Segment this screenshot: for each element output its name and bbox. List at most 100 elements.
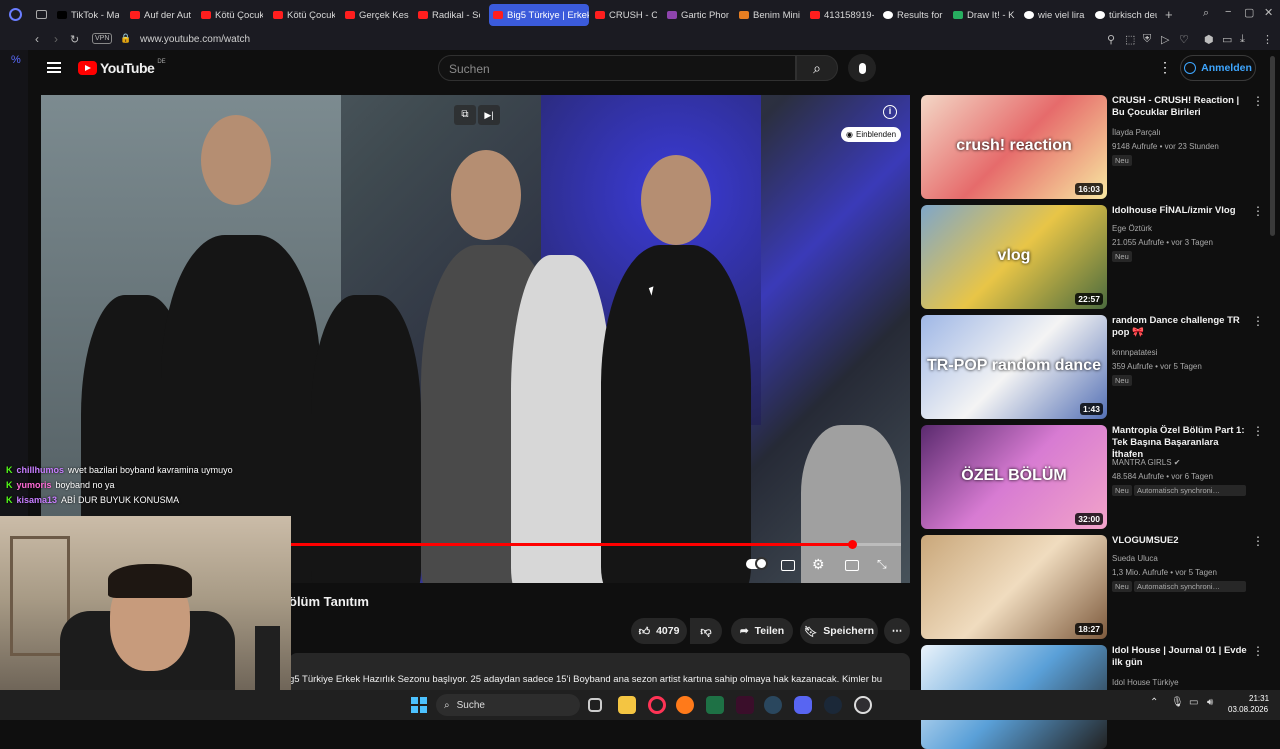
browser-tab[interactable]: Auf der Aut (130, 4, 194, 26)
wallet-icon[interactable]: ▭ (1222, 33, 1232, 46)
recommendation-item[interactable]: ÖZEL BÖLÜM 32:00 Mantropia Özel Bölüm Part… (921, 425, 1264, 529)
forward-icon[interactable]: › (54, 32, 58, 46)
extensions-icon[interactable]: ⬢ (1204, 33, 1214, 46)
steam-second-icon[interactable] (824, 696, 842, 714)
browser-menu-icon[interactable] (9, 8, 22, 21)
start-button[interactable] (411, 697, 427, 713)
tray-volume-icon[interactable]: 🔊︎ (1207, 697, 1213, 708)
recommendation-title[interactable]: CRUSH - CRUSH! Reaction | Bu Çocuklar Bi… (1112, 95, 1248, 119)
video-progress-bar[interactable] (291, 543, 901, 546)
browser-tab[interactable]: Gerçek Kes (345, 4, 409, 26)
taskbar-search[interactable]: ⌕ Suche (436, 694, 580, 716)
signin-button[interactable]: Anmelden (1180, 55, 1256, 81)
einblenden-button[interactable]: ◉ Einblenden (841, 127, 902, 142)
minimize-icon[interactable]: − (1225, 6, 1231, 18)
task-view-icon[interactable] (588, 698, 602, 712)
reload-icon[interactable]: ↻ (70, 33, 79, 46)
recommendation-title[interactable]: Idol House | Journal 01 | Evde ilk gün (1112, 645, 1248, 669)
search-input[interactable]: Suchen (438, 55, 796, 81)
video-thumbnail[interactable]: crush! reaction 16:03 (921, 95, 1107, 199)
video-thumbnail[interactable]: ÖZEL BÖLÜM 32:00 (921, 425, 1107, 529)
url-text[interactable]: www.youtube.com/watch (140, 34, 250, 45)
browser-tab[interactable]: CRUSH - CR (595, 4, 657, 26)
share-button[interactable]: ➦ Teilen (731, 618, 793, 644)
play-icon[interactable]: ▷ (1161, 33, 1169, 46)
like-button[interactable]: 👍︎ 4079 (631, 618, 687, 644)
theater-mode-icon[interactable] (845, 560, 859, 571)
fullscreen-icon[interactable]: ⤡ (877, 557, 887, 572)
browser-tab[interactable]: wie viel lira (1024, 4, 1086, 26)
download-icon[interactable]: ⤓ (1240, 33, 1245, 46)
browser-tab[interactable]: Radikal - Sö (418, 4, 480, 26)
browser-tab[interactable]: türkisch deu (1095, 4, 1157, 26)
voice-search-button[interactable] (848, 54, 876, 82)
editor-app-icon[interactable] (736, 696, 754, 714)
discord-icon[interactable] (794, 696, 812, 714)
page-scrollbar[interactable] (1270, 56, 1275, 236)
recommendation-item[interactable]: vlog 22:57 Idolhouse FİNAL/izmir Vlog Ege Ö… (921, 205, 1264, 309)
taskbar-date[interactable]: 03.08.2026 (1228, 705, 1268, 714)
taskbar-time[interactable]: 21:31 (1249, 694, 1269, 703)
close-window-icon[interactable]: ✕ (1264, 6, 1273, 19)
browser-tab[interactable]: Big5 Türkiye | Erkek (489, 4, 589, 26)
more-options-icon[interactable]: ⋮ (1252, 425, 1264, 437)
recommendation-title[interactable]: Idolhouse FİNAL/izmir Vlog (1112, 205, 1248, 217)
settings-gear-icon[interactable]: ⚙ (812, 556, 825, 573)
obs-icon[interactable] (854, 696, 872, 714)
browser-tab[interactable]: Results for (883, 4, 945, 26)
video-thumbnail[interactable]: TR-POP random dance 1:43 (921, 315, 1107, 419)
video-thumbnail[interactable]: 18:27 (921, 535, 1107, 639)
opera-icon[interactable] (648, 696, 666, 714)
more-options-icon[interactable]: ⋮ (1252, 645, 1264, 657)
snapshot-icon[interactable]: ⬚ (1125, 33, 1135, 46)
video-player[interactable]: ⧉ ▶| i ◉ Einblenden (41, 95, 910, 583)
recommendation-title[interactable]: random Dance challenge TR pop 🎀 (1112, 315, 1248, 339)
miniplayer-icon[interactable]: ⧉ (454, 105, 476, 125)
tab-overview-icon[interactable] (36, 10, 47, 19)
file-explorer-icon[interactable] (618, 696, 636, 714)
firefox-icon[interactable] (676, 696, 694, 714)
channel-name[interactable]: İlayda Parçalı (1112, 127, 1160, 138)
sidebar-logo-icon[interactable]: % (11, 54, 21, 66)
browser-tab[interactable]: TikTok - Ma (57, 4, 119, 26)
subtitles-icon[interactable] (781, 560, 795, 571)
more-options-icon[interactable]: ⋮ (1252, 315, 1264, 327)
recommendation-item[interactable]: crush! reaction 16:03 CRUSH - CRUSH! React… (921, 95, 1264, 199)
browser-tab[interactable]: Kötü Çocuk (273, 4, 335, 26)
browser-tab[interactable]: Gartic Phon (667, 4, 729, 26)
excel-icon[interactable] (706, 696, 724, 714)
search-tabs-icon[interactable]: ⌕ (1203, 7, 1209, 20)
channel-name[interactable]: Sueda Uluca (1112, 553, 1158, 564)
tray-chevron-icon[interactable]: ⌃ (1150, 697, 1158, 708)
tray-network-icon[interactable]: ▭ (1189, 697, 1198, 708)
more-options-icon[interactable]: ⋮ (1252, 535, 1264, 547)
new-tab-icon[interactable]: + (1165, 7, 1173, 22)
dislike-button[interactable]: 👎︎ (690, 618, 722, 644)
browser-tab[interactable]: Benim Mini (739, 4, 801, 26)
channel-name[interactable]: MANTRA GIRLS ✔ (1112, 457, 1181, 468)
youtube-logo[interactable]: YouTube DE (78, 59, 166, 76)
channel-name[interactable]: Ege Öztürk (1112, 223, 1152, 234)
browser-tab[interactable]: Kötü Çocuk (201, 4, 263, 26)
recommendation-title[interactable]: Mantropia Özel Bölüm Part 1: Tek Başına … (1112, 425, 1248, 461)
settings-dots-icon[interactable]: ⋮ (1158, 59, 1172, 76)
recommendation-title[interactable]: VLOGUMSUE2 (1112, 535, 1248, 547)
recommendation-item[interactable]: 18:27 VLOGUMSUE2 Sueda Uluca 1,3 Mio. Aufru… (921, 535, 1264, 639)
vpn-badge[interactable]: VPN (92, 33, 113, 44)
steam-icon[interactable] (764, 696, 782, 714)
maximize-icon[interactable]: ▢ (1244, 6, 1254, 19)
more-options-icon[interactable]: ⋮ (1252, 205, 1264, 217)
more-actions-button[interactable]: ⋯ (884, 618, 910, 644)
next-video-icon[interactable]: ▶| (478, 105, 500, 125)
more-options-icon[interactable]: ⋮ (1252, 95, 1264, 107)
hamburger-menu-icon[interactable] (47, 62, 61, 73)
save-button[interactable]: 🔖︎ Speichern (800, 618, 878, 644)
video-thumbnail[interactable]: vlog 22:57 (921, 205, 1107, 309)
search-button[interactable]: ⌕ (796, 55, 838, 81)
autoplay-toggle[interactable] (746, 557, 768, 570)
shield-icon[interactable]: ⛨ (1143, 33, 1151, 46)
back-icon[interactable]: ‹ (35, 32, 39, 46)
pin-icon[interactable]: ⚲ (1107, 33, 1115, 46)
channel-name[interactable]: Idol House Türkiye (1112, 677, 1179, 688)
heart-icon[interactable]: ♡ (1179, 33, 1189, 46)
